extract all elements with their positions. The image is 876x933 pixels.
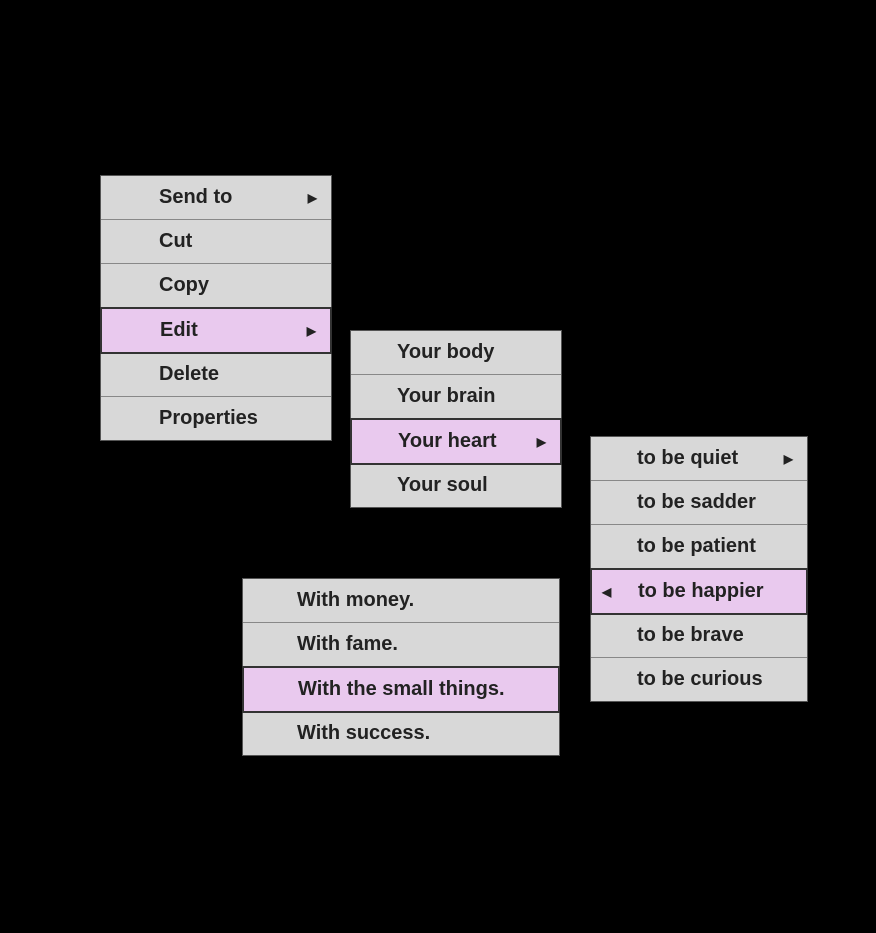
- menu-item-label: Delete: [159, 363, 317, 386]
- menu-item[interactable]: Delete: [101, 353, 331, 397]
- menu-item-label: to be sadder: [637, 491, 793, 514]
- context-menu-edit: Your body Your brain Your heart ▶ Your soul: [350, 330, 562, 508]
- menu-item-label: Cut: [159, 230, 317, 253]
- menu-item[interactable]: to be quiet ▶: [591, 437, 807, 481]
- menu-items: With money. With fame. With the small thin…: [243, 579, 559, 755]
- menu-item[interactable]: Copy: [101, 264, 331, 308]
- context-menu-heart: to be quiet ▶ to be sadder to be patient ◀ to…: [590, 436, 808, 702]
- menu-item-label: Your brain: [397, 385, 547, 408]
- context-menu-happier: With money. With fame. With the small thin…: [242, 578, 560, 756]
- menu-item-label: Your body: [397, 341, 547, 364]
- menu-item-label: to be brave: [637, 624, 793, 647]
- menu-item-label: Properties: [159, 407, 317, 430]
- menu-items: Send to ▶ Cut Copy Edit ▶ Delete Properties: [101, 176, 331, 440]
- submenu-arrow-right-icon: ▶: [307, 324, 316, 338]
- menu-item[interactable]: to be brave: [591, 614, 807, 658]
- submenu-arrow-right-icon: ▶: [537, 435, 546, 449]
- menu-item-label: With money.: [297, 589, 545, 612]
- context-menu-main: Send to ▶ Cut Copy Edit ▶ Delete Properties: [100, 175, 332, 441]
- menu-item[interactable]: Properties: [101, 397, 331, 440]
- menu-item[interactable]: to be curious: [591, 658, 807, 701]
- menu-item-label: Your heart: [398, 430, 527, 453]
- menu-item-label: Edit: [160, 319, 297, 342]
- menu-item[interactable]: With money.: [243, 579, 559, 623]
- submenu-arrow-right-icon: ▶: [308, 191, 317, 205]
- menu-item[interactable]: to be sadder: [591, 481, 807, 525]
- menu-item[interactable]: Edit ▶: [100, 307, 332, 354]
- menu-item[interactable]: Your soul: [351, 464, 561, 507]
- menu-items: Your body Your brain Your heart ▶ Your soul: [351, 331, 561, 507]
- menu-item[interactable]: With success.: [243, 712, 559, 755]
- menu-item-label: to be patient: [637, 535, 793, 558]
- menu-item[interactable]: ◀ to be happier: [590, 568, 808, 615]
- menu-item[interactable]: Send to ▶: [101, 176, 331, 220]
- menu-item[interactable]: Cut: [101, 220, 331, 264]
- menu-item-label: to be curious: [637, 668, 793, 691]
- menu-item-label: to be happier: [638, 580, 792, 603]
- menu-item[interactable]: Your heart ▶: [350, 418, 562, 465]
- menu-items: to be quiet ▶ to be sadder to be patient ◀ to…: [591, 437, 807, 701]
- menu-item-label: Send to: [159, 186, 298, 209]
- menu-item[interactable]: With fame.: [243, 623, 559, 667]
- menu-item-label: With fame.: [297, 633, 545, 656]
- menu-item[interactable]: Your body: [351, 331, 561, 375]
- menu-item-label: Your soul: [397, 474, 547, 497]
- submenu-arrow-left-icon: ◀: [602, 585, 611, 599]
- menu-item-label: With the small things.: [298, 678, 544, 701]
- menu-item-label: With success.: [297, 722, 545, 745]
- menu-item[interactable]: With the small things.: [242, 666, 560, 713]
- menu-item-label: to be quiet: [637, 447, 774, 470]
- menu-item-label: Copy: [159, 274, 317, 297]
- submenu-arrow-right-icon: ▶: [784, 452, 793, 466]
- menu-item[interactable]: Your brain: [351, 375, 561, 419]
- menu-item[interactable]: to be patient: [591, 525, 807, 569]
